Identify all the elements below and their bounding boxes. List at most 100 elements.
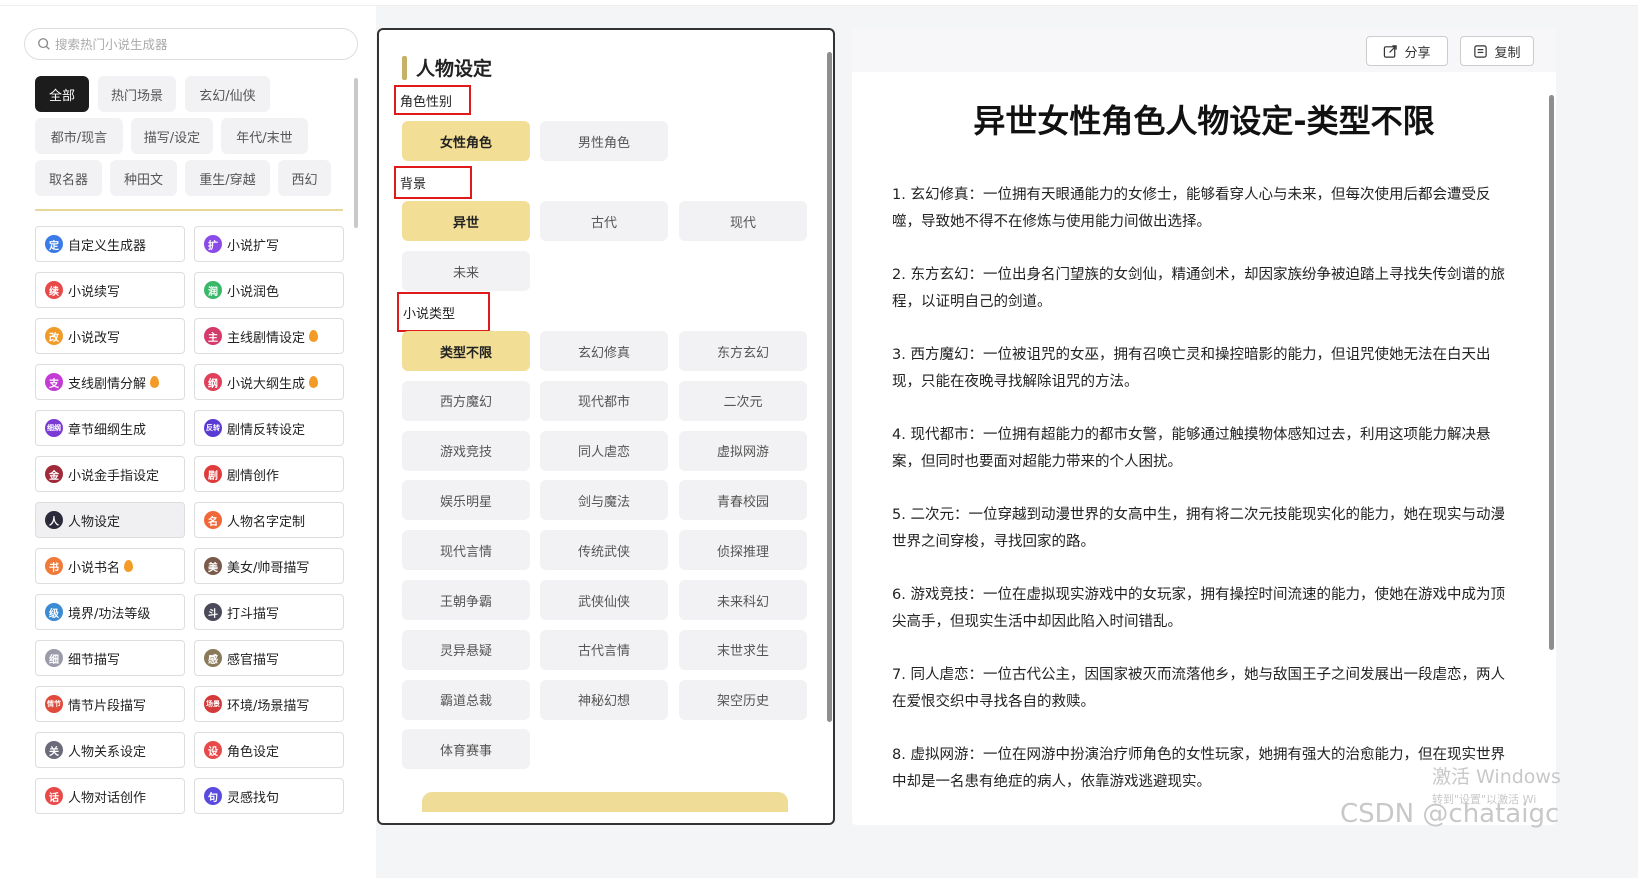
tool-item[interactable]: 感感官描写 [194,640,344,676]
genre-option[interactable]: 霸道总裁 [402,679,530,720]
background-option-ancient[interactable]: 古代 [540,201,668,241]
genre-option[interactable]: 二次元 [679,380,807,421]
genre-option[interactable]: 类型不限 [402,331,530,371]
continue-icon: 续 [45,281,63,299]
genre-option[interactable]: 灵异悬疑 [402,629,530,670]
tool-item[interactable]: 细纲 章节细纲生成 [35,410,185,446]
role-setting-icon: 设 [204,741,222,759]
background-section-label: 背景 [394,166,472,199]
genre-option[interactable]: 虚拟网游 [679,430,807,471]
tool-item[interactable]: 细细节描写 [35,640,185,676]
genre-option[interactable]: 青春校园 [679,480,807,521]
genre-option[interactable]: 神秘幻想 [540,679,668,720]
fire-icon [124,560,134,572]
genre-option[interactable]: 未来科幻 [679,580,807,620]
polish-icon: 润 [204,281,222,299]
copy-button[interactable]: 复制 [1460,36,1534,66]
tool-item[interactable]: 名人物名字定制 [194,502,344,538]
chip-description[interactable]: 描写/设定 [131,118,213,154]
plot-creation-icon: 剧 [204,465,222,483]
background-option-modern[interactable]: 现代 [679,201,807,241]
genre-option[interactable]: 玄幻修真 [540,331,668,371]
subplot-icon: 支 [45,373,63,391]
chip-rebirth[interactable]: 重生/穿越 [185,160,270,196]
genre-option[interactable]: 古代言情 [540,629,668,670]
tool-item[interactable]: 支支线剧情分解 [35,364,185,400]
genre-option[interactable]: 传统武侠 [540,530,668,571]
tool-item[interactable]: 书小说书名 [35,548,185,584]
result-scrollbar[interactable] [1549,95,1554,650]
genre-option[interactable]: 游戏竞技 [402,430,530,471]
tool-item[interactable]: 续小说续写 [35,272,185,308]
dialogue-icon: 话 [45,787,63,805]
tool-item[interactable]: 场景 环境/场景描写 [194,686,344,722]
chip-all[interactable]: 全部 [35,76,89,112]
chip-farming[interactable]: 种田文 [110,160,177,196]
chip-hot-scenes[interactable]: 热门场景 [98,76,176,112]
tool-item[interactable]: 改小说改写 [35,318,185,354]
windows-activation-watermark: 激活 Windows [1432,766,1561,788]
tool-item[interactable]: 剧剧情创作 [194,456,344,492]
tool-label: 小说润色 [227,284,280,300]
search-box[interactable] [24,28,358,60]
tool-item[interactable]: 设角色设定 [194,732,344,768]
genre-option[interactable]: 末世求生 [679,629,807,670]
genre-option[interactable]: 现代都市 [540,380,668,421]
tool-item[interactable]: 句灵感找句 [194,778,344,814]
result-toolbar: 分享 复制 [852,28,1556,72]
share-button[interactable]: 分享 [1366,36,1448,66]
tool-label: 小说改写 [68,330,121,346]
tool-item[interactable]: 反转 剧情反转设定 [194,410,344,446]
tool-item[interactable]: 斗打斗描写 [194,594,344,630]
tool-item[interactable]: 主主线剧情设定 [194,318,344,354]
genre-option[interactable]: 体育赛事 [402,729,530,770]
chapter-outline-icon: 细纲 [45,419,63,437]
search-input[interactable] [55,36,335,52]
tool-label: 小说书名 [68,560,121,576]
tool-item[interactable]: 扩小说扩写 [194,226,344,262]
background-option-future[interactable]: 未来 [402,251,530,291]
tool-item[interactable]: 人人物设定 [35,502,185,538]
tool-label: 主线剧情设定 [227,330,306,346]
genre-option[interactable]: 现代言情 [402,530,530,571]
chip-xuanhuan[interactable]: 玄幻/仙侠 [185,76,270,112]
chip-era[interactable]: 年代/末世 [221,118,308,154]
fire-icon [309,330,319,342]
genre-option[interactable]: 西方魔幻 [402,380,530,421]
background-option-otherworld[interactable]: 异世 [402,201,530,241]
genre-option[interactable]: 武侠仙侠 [540,580,668,620]
fight-icon: 斗 [204,603,222,621]
tool-item[interactable]: 美美女/帅哥描写 [194,548,344,584]
tool-item[interactable]: 金小说金手指设定 [35,456,185,492]
tool-item[interactable]: 关人物关系设定 [35,732,185,768]
inspiration-icon: 句 [204,787,222,805]
genre-option[interactable]: 侦探推理 [679,530,807,571]
background-label-text: 背景 [400,177,427,192]
chip-western[interactable]: 西幻 [278,160,331,196]
tool-item[interactable]: 定自定义生成器 [35,226,185,262]
genre-section-label: 小说类型 [397,292,490,332]
genre-option[interactable]: 东方玄幻 [679,331,807,371]
genre-option[interactable]: 同人虐恋 [540,430,668,471]
gender-option-female[interactable]: 女性角色 [402,121,530,161]
tool-item[interactable]: 润小说润色 [194,272,344,308]
tool-item[interactable]: 情节 情节片段描写 [35,686,185,722]
chip-urban[interactable]: 都市/现言 [35,118,123,154]
sidebar-scrollbar[interactable] [354,78,358,228]
tool-item[interactable]: 级境界/功法等级 [35,594,185,630]
tool-item[interactable]: 纲小说大纲生成 [194,364,344,400]
chip-naming[interactable]: 取名器 [35,160,102,196]
genre-option[interactable]: 娱乐明星 [402,480,530,521]
settings-panel: 人物设定 角色性别 女性角色 男性角色 背景 异世 古代 现代 未来 小说类型 … [377,28,835,825]
generate-button[interactable] [422,792,788,812]
result-item: 6. 游戏竞技：一位在虚拟现实游戏中的女玩家，拥有操控时间流速的能力，使她在游戏… [892,587,1505,630]
share-label: 分享 [1404,45,1431,61]
tool-item[interactable]: 话人物对话创作 [35,778,185,814]
gender-option-male[interactable]: 男性角色 [540,121,668,161]
panel-scrollbar[interactable] [827,52,832,722]
tool-label: 境界/功法等级 [68,606,151,622]
genre-option[interactable]: 架空历史 [679,679,807,720]
genre-option[interactable]: 剑与魔法 [540,480,668,521]
tool-label: 自定义生成器 [68,238,147,254]
genre-option[interactable]: 王朝争霸 [402,580,530,620]
